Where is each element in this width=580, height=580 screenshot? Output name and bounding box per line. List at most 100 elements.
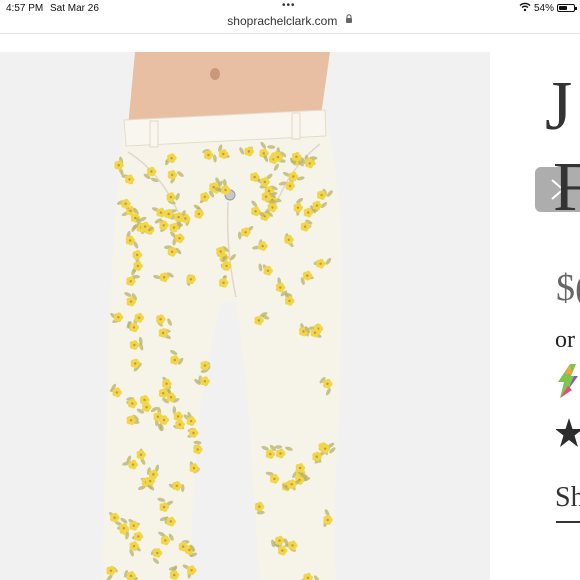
flower-center (175, 484, 178, 488)
share-label[interactable]: Sh (555, 482, 580, 514)
flower-center (219, 250, 222, 253)
flower-center (279, 286, 282, 289)
navel (210, 68, 220, 80)
flower-center (152, 473, 155, 476)
battery-icon (557, 4, 577, 12)
address-bar[interactable]: shoprachelclark.com (0, 12, 580, 32)
star-icon[interactable] (555, 416, 580, 457)
header-divider (0, 33, 580, 34)
flower-center (296, 206, 300, 209)
flower-center (177, 215, 180, 219)
flower-center (167, 212, 170, 216)
flower-center (261, 244, 264, 248)
flower-center (143, 398, 146, 402)
flower-center (203, 195, 206, 199)
belt-loop (149, 120, 159, 148)
flower-center (171, 173, 174, 177)
flower-center (136, 264, 140, 268)
flower-center (128, 178, 131, 181)
flower-center (306, 576, 309, 579)
belt-loop (291, 112, 301, 140)
flower-center (117, 316, 120, 319)
flower-center (131, 402, 134, 405)
flower-center (173, 358, 176, 362)
flower-center (307, 211, 310, 214)
flower-center (295, 155, 298, 158)
flower-center (288, 299, 291, 303)
product-image[interactable] (0, 52, 490, 580)
flower-center (113, 516, 116, 519)
flower-center (192, 431, 195, 435)
installment-prefix: or (555, 327, 575, 353)
afterpay-logo[interactable] (556, 362, 580, 405)
flower-center (281, 549, 284, 552)
flower-center (276, 155, 280, 159)
flower-center (156, 551, 159, 555)
flower-center (176, 415, 180, 418)
flower-center (222, 281, 225, 284)
flower-center (161, 331, 165, 335)
flower-center (184, 217, 187, 220)
flower-center (308, 162, 311, 165)
flower-center (122, 527, 126, 530)
flower-center (292, 175, 295, 178)
lock-icon (345, 13, 353, 27)
flower-center (269, 452, 272, 456)
flower-center (192, 467, 196, 470)
flower-center (139, 453, 143, 456)
flower-center (190, 569, 193, 572)
flower-center (320, 193, 323, 197)
flower-center (303, 225, 307, 228)
flower-center (271, 206, 274, 209)
flower-center (323, 447, 327, 450)
flower-center (129, 419, 133, 422)
flower-center (129, 300, 133, 303)
flower-center (162, 392, 165, 395)
flower-center (134, 216, 137, 220)
flower-center (188, 548, 191, 552)
flower-center (109, 569, 113, 572)
flower-center (247, 150, 251, 153)
flower-center (279, 452, 282, 455)
flower-center (326, 382, 329, 385)
flower-center (164, 539, 167, 542)
flower-center (315, 455, 318, 458)
flower-center (203, 380, 207, 383)
flower-center (257, 319, 261, 322)
share-underline (556, 521, 580, 523)
flower-center (326, 518, 329, 522)
flower-center (149, 479, 152, 483)
flower-center (287, 238, 290, 241)
flower-center (266, 269, 270, 272)
flower-center (132, 326, 136, 329)
flower-center (197, 212, 201, 216)
flower-center (173, 573, 176, 577)
flower-center (178, 423, 181, 426)
flower-center (262, 152, 265, 155)
flower-center (172, 226, 176, 229)
flower-center (129, 574, 133, 578)
flower-center (189, 419, 193, 423)
multitasking-dots-icon[interactable]: ••• (282, 0, 296, 11)
url-text[interactable]: shoprachelclark.com (227, 14, 337, 28)
flower-center (131, 463, 135, 466)
flower-center (132, 524, 135, 527)
flower-center (290, 483, 293, 486)
flower-center (288, 184, 292, 188)
flower-center (162, 418, 166, 422)
flower-center (278, 539, 281, 542)
flower-center (170, 157, 173, 160)
flower-center (196, 448, 199, 451)
flower-center (135, 253, 139, 257)
flower-center (162, 224, 165, 227)
flower-center (189, 278, 193, 281)
flower-center (159, 211, 163, 214)
flower-center (169, 520, 173, 523)
flower-center (132, 544, 136, 548)
flower-center (313, 331, 317, 334)
flower-center (244, 231, 247, 234)
flower-center (137, 316, 141, 319)
flower-center (129, 209, 132, 212)
flower-center (291, 544, 294, 547)
flower-center (115, 391, 119, 394)
